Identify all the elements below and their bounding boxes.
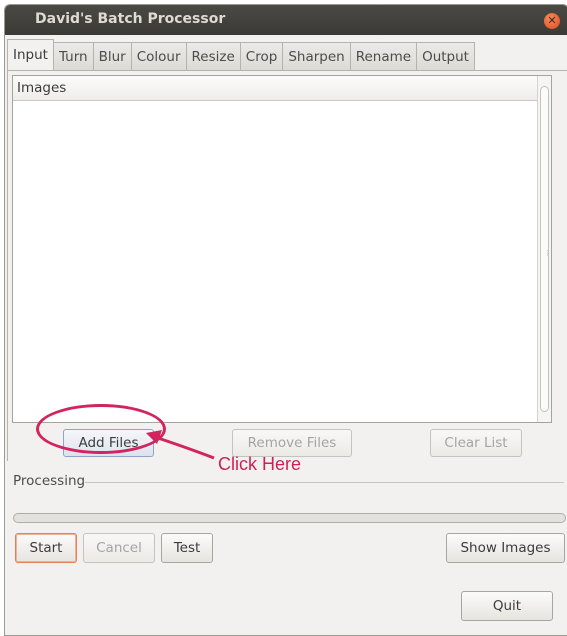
scroll-thumb[interactable]: ⋮ bbox=[540, 86, 551, 412]
tab-blur[interactable]: Blur bbox=[93, 42, 132, 71]
cancel-button[interactable]: Cancel bbox=[83, 533, 155, 563]
tab-sharpen[interactable]: Sharpen bbox=[283, 42, 351, 71]
grip-icon: ⋮ bbox=[544, 249, 551, 257]
processing-separator bbox=[85, 482, 564, 483]
tab-crop[interactable]: Crop bbox=[240, 42, 284, 71]
processing-label: Processing bbox=[13, 473, 86, 489]
tab-turn[interactable]: Turn bbox=[53, 42, 94, 71]
annotation-text: Click Here bbox=[218, 454, 302, 474]
tab-bar: Input Turn Blur Colour Resize Crop Sharp… bbox=[7, 39, 567, 71]
tab-resize[interactable]: Resize bbox=[186, 42, 241, 71]
images-column-header[interactable]: Images bbox=[13, 76, 537, 101]
quit-button[interactable]: Quit bbox=[461, 591, 553, 621]
tab-output[interactable]: Output bbox=[417, 42, 475, 71]
tab-input[interactable]: Input bbox=[7, 39, 54, 71]
remove-files-button[interactable]: Remove Files bbox=[232, 429, 352, 457]
tab-colour[interactable]: Colour bbox=[131, 42, 187, 71]
images-scrollbar[interactable]: ⋮ bbox=[537, 76, 551, 422]
tab-rename[interactable]: Rename bbox=[350, 42, 418, 71]
annotation-ring bbox=[36, 404, 166, 454]
close-icon[interactable]: ✕ bbox=[544, 13, 560, 29]
start-button[interactable]: Start bbox=[15, 533, 77, 563]
input-tab-panel: Images ⋮ Add Files Remove Files Clear Li… bbox=[7, 70, 567, 461]
title-bar[interactable]: David's Batch Processor ✕ bbox=[5, 5, 567, 35]
app-window: David's Batch Processor ✕ Input Turn Blu… bbox=[4, 4, 567, 636]
window-title: David's Batch Processor bbox=[35, 11, 226, 27]
test-button[interactable]: Test bbox=[161, 533, 213, 563]
show-images-button[interactable]: Show Images bbox=[446, 533, 565, 563]
clear-list-button[interactable]: Clear List bbox=[430, 429, 522, 457]
progress-bar bbox=[13, 513, 566, 523]
images-list[interactable]: Images ⋮ bbox=[12, 75, 552, 423]
